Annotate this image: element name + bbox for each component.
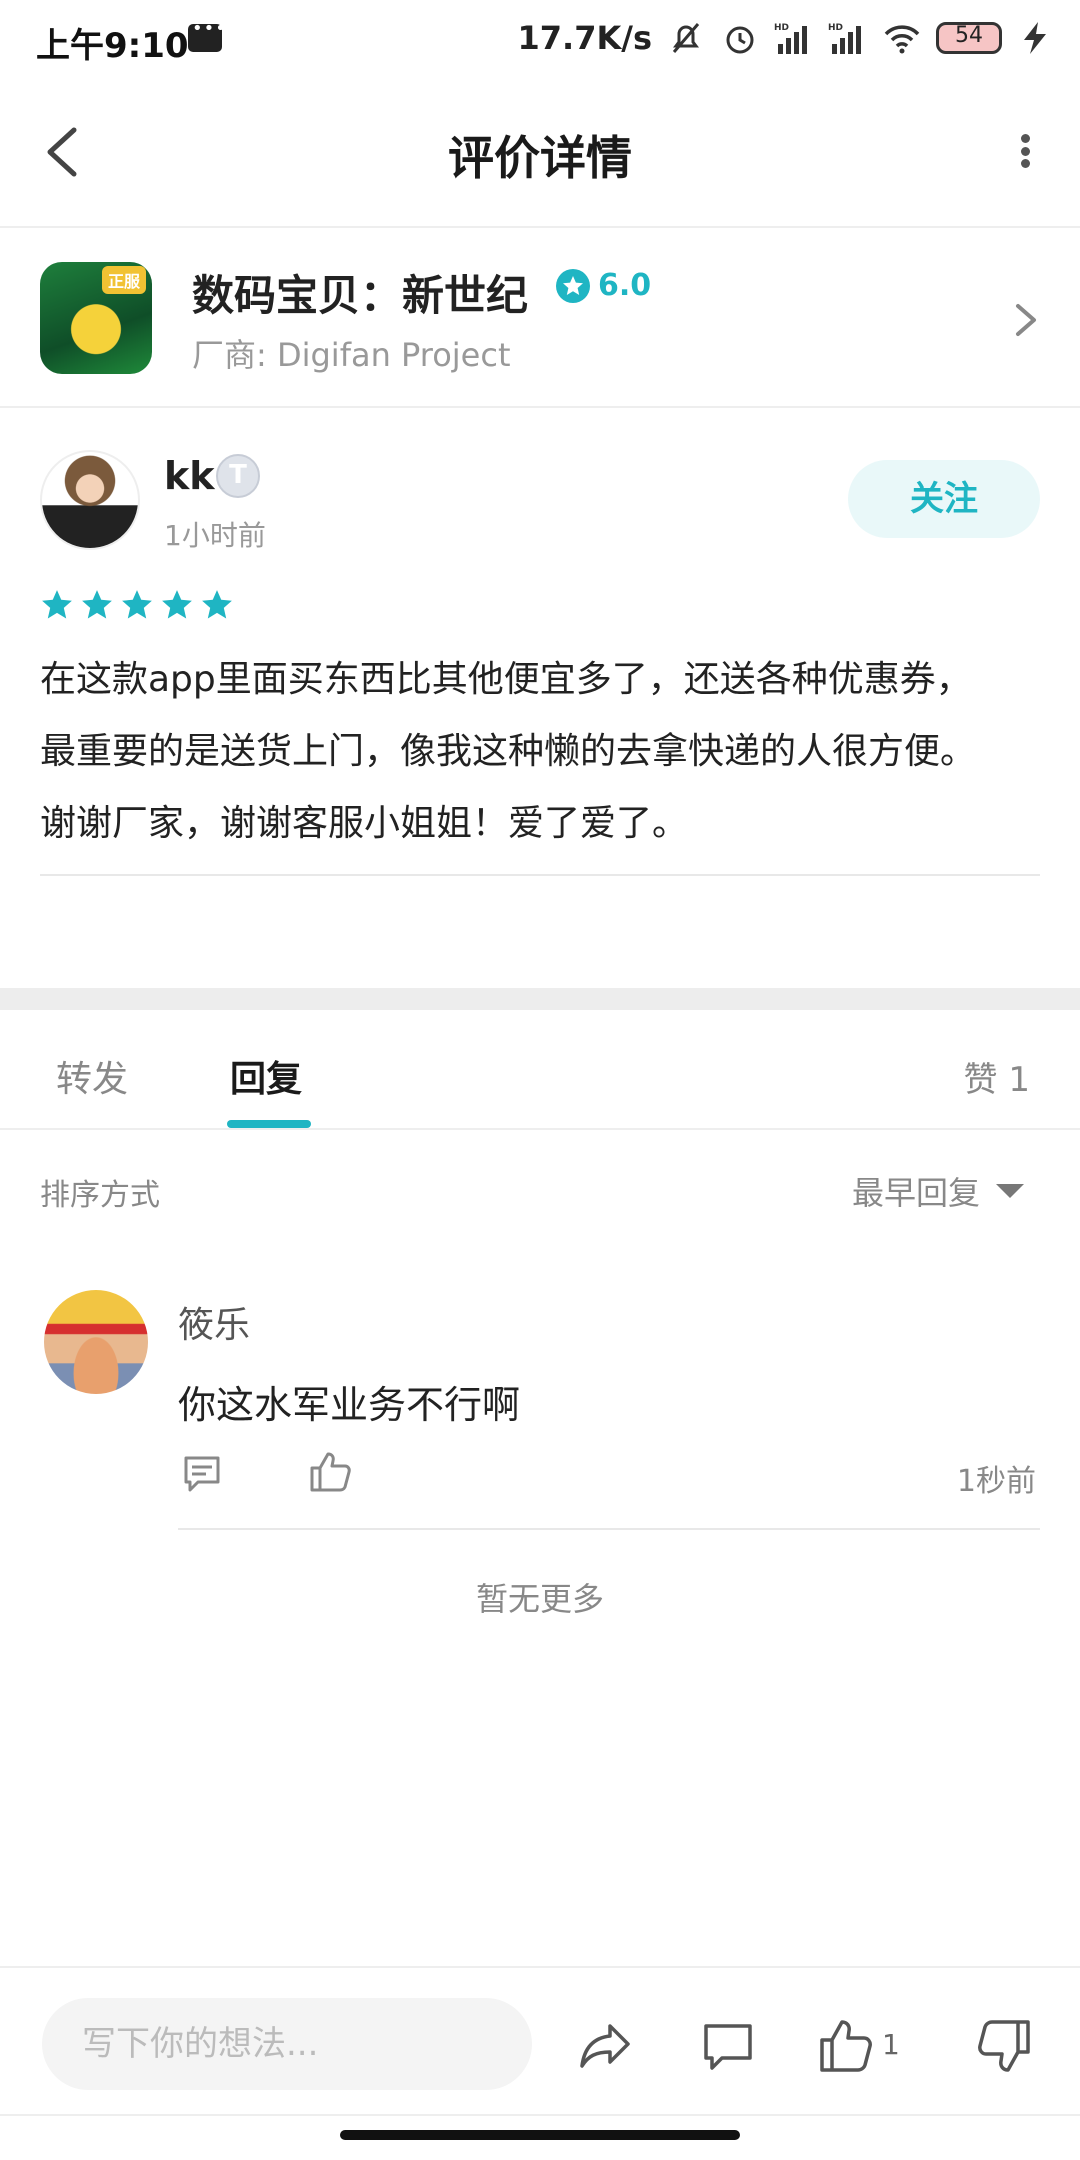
tab-likes[interactable]: 赞 1 [964,1052,1030,1101]
review-text-line: 最重要的是送货上门，像我这种懒的去拿快递的人很方便。 [40,731,977,772]
alarm-icon [726,26,754,54]
review-text-line: 谢谢厂家，谢谢客服小姐姐！爱了爱了。 [40,803,689,844]
section-separator [0,988,1080,1010]
game-developer: 厂商: Digifan Project [192,336,511,374]
tab-reply[interactable]: 回复 [230,1050,302,1102]
user-level-text: T [229,460,247,490]
review-text: 在这款app里面买东西比其他便宜多了，还送各种优惠券， 最重要的是送货上门，像我… [40,644,1050,860]
comment-icon[interactable] [700,2018,756,2074]
reply-time: 1秒前 [956,1464,1036,1499]
tab-forward[interactable]: 转发 [56,1050,128,1102]
comment-icon[interactable] [180,1452,224,1496]
charging-icon [1024,22,1046,54]
reply-text: 你这水军业务不行啊 [178,1383,521,1427]
review-text-line: 在这款app里面买东西比其他便宜多了，还送各种优惠券， [40,659,972,700]
like-count: 1 [882,2028,900,2061]
user-level-badge: T [216,454,260,498]
svg-text:HD: HD [828,23,843,33]
reply-author[interactable]: 筱乐 [178,1296,250,1348]
sort-selected-value: 最早回复 [851,1174,980,1212]
reviewer-name[interactable]: kk [164,454,215,498]
thumbs-down-icon[interactable] [976,2018,1032,2074]
game-card[interactable]: 正服 数码宝贝：新世纪 6.0 厂商: Digifan Project [0,230,1080,408]
active-tab-indicator [227,1120,311,1128]
message-notification-icon [188,18,227,52]
star-icon [162,590,192,619]
sort-dropdown[interactable]: 最早回复 [852,1168,1024,1214]
battery-icon: 54 [936,22,1002,54]
tab-bar: 转发 回复 赞 1 [0,1010,1080,1130]
thumbs-up-icon[interactable] [308,1450,352,1494]
chevron-right-icon[interactable] [1012,300,1040,340]
game-icon[interactable]: 正服 [40,262,152,374]
home-indicator[interactable] [340,2130,740,2140]
avatar[interactable] [44,1290,148,1394]
signal-icon-2: HD [828,23,861,54]
no-more-label: 暂无更多 [475,1580,604,1618]
sort-label: 排序方式 [40,1178,160,1213]
share-icon[interactable] [578,2018,634,2074]
status-time: 上午9:10 [36,26,189,66]
rating-value: 6.0 [598,268,652,303]
divider [40,874,1040,876]
game-icon-badge: 正服 [101,266,146,294]
mute-bell-icon [672,23,700,53]
bottom-action-bar: 1 [0,1966,1080,2116]
comment-input[interactable] [42,1998,532,2090]
svg-text:HD: HD [774,23,789,33]
star-icon [202,590,232,619]
caret-down-icon [996,1184,1024,1198]
rating-stars [40,588,234,622]
more-options-icon[interactable] [1010,126,1040,176]
star-icon [42,590,72,619]
reply-item: 筱乐 你这水军业务不行啊 1秒前 [0,1290,1080,1530]
battery-level: 54 [955,23,983,48]
review-time: 1小时前 [164,519,266,552]
page-title: 评价详情 [448,131,632,185]
avatar[interactable] [40,450,140,550]
game-rating: 6.0 [556,268,651,303]
game-name: 数码宝贝：新世纪 [192,271,529,320]
rating-star-icon [556,268,590,303]
divider [178,1528,1040,1530]
star-icon [82,590,112,619]
network-speed: 17.7K/s [517,19,652,57]
sort-row: 排序方式 最早回复 [0,1130,1080,1240]
signal-icon: HD [774,23,807,54]
app-header: 评价详情 [0,76,1080,228]
star-icon [122,590,152,619]
thumbs-up-icon[interactable] [818,2018,874,2074]
follow-button[interactable]: 关注 [848,460,1040,538]
status-bar: 上午9:10 17.7K/s HD HD 54 [0,0,1080,76]
wifi-icon [884,25,920,54]
status-icons: 17.7K/s HD HD 54 [518,16,1056,60]
review-card: kk T 1小时前 关注 在这款app里面买东西比其他便宜多了，还送各种优惠券，… [0,410,1080,988]
